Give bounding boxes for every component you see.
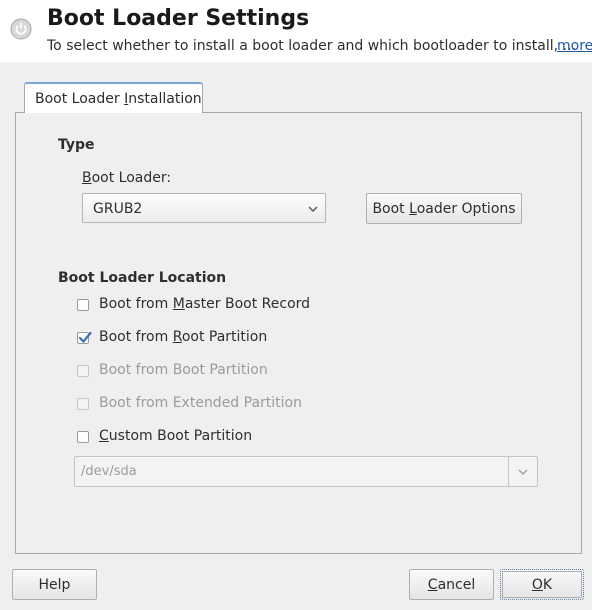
checkbox-box[interactable] <box>77 431 89 443</box>
page-title: Boot Loader Settings <box>47 6 310 31</box>
cancel-button[interactable]: Cancel <box>409 569 494 600</box>
help-button[interactable]: Help <box>12 569 97 600</box>
boot-loader-label: Boot Loader: <box>82 170 171 186</box>
page-description: To select whether to install a boot load… <box>47 38 577 54</box>
label-post: oot Partition <box>181 329 268 345</box>
type-heading: Type <box>58 137 95 153</box>
checkbox-label: Boot from Extended Partition <box>99 395 302 411</box>
checkbox-label: Boot from Boot Partition <box>99 362 268 378</box>
help-label: Help <box>38 577 71 593</box>
more-link[interactable]: more <box>557 38 592 54</box>
boot-loader-location-heading: Boot Loader Location <box>58 270 227 286</box>
label-pre: Boot from <box>99 296 173 312</box>
dialog-header: Boot Loader Settings To select whether t… <box>0 0 592 62</box>
power-icon <box>10 18 32 40</box>
label-post: aster Boot Record <box>184 296 311 312</box>
options-label-post: oader Options <box>416 201 516 217</box>
checkbox-box[interactable] <box>77 299 89 311</box>
cancel-accel: C <box>427 577 438 593</box>
checkmark-icon <box>78 331 92 344</box>
ok-rest: K <box>542 577 553 593</box>
checkbox-box[interactable] <box>77 331 92 344</box>
boot-loader-label-accel: B <box>82 170 92 186</box>
boot-loader-label-rest: oot Loader: <box>91 170 172 186</box>
boot-loader-options-button[interactable]: Boot Loader Options <box>366 193 522 224</box>
label-pre: Boot from <box>99 329 173 345</box>
custom-partition-select: /dev/sda <box>74 456 538 487</box>
checkbox-box <box>77 398 89 410</box>
tab-label-pre: Boot Loader <box>35 91 125 107</box>
options-label-pre: Boot <box>372 201 410 217</box>
checkbox-label: Custom Boot Partition <box>99 428 252 444</box>
chevron-down-icon <box>308 206 318 212</box>
boot-loader-value: GRUB2 <box>93 201 143 217</box>
label-accel: R <box>172 329 182 345</box>
ok-accel: O <box>531 577 543 593</box>
chevron-down-icon <box>518 469 528 475</box>
label-accel: C <box>99 428 109 444</box>
combo-divider <box>508 457 509 486</box>
options-label-accel: L <box>409 201 417 217</box>
ok-button[interactable]: OK <box>500 569 584 600</box>
tab-label-post: nstallation <box>128 91 202 107</box>
boot-loader-select[interactable]: GRUB2 <box>82 193 326 223</box>
checkbox-label: Boot from Root Partition <box>99 329 267 345</box>
checkbox-label: Boot from Master Boot Record <box>99 296 310 312</box>
checkbox-box <box>77 365 89 377</box>
cancel-rest: ancel <box>437 577 476 593</box>
label-accel: M <box>172 296 185 312</box>
label-post: ustom Boot Partition <box>108 428 253 444</box>
custom-partition-value: /dev/sda <box>81 464 137 479</box>
tab-boot-loader-installation[interactable]: Boot Loader Installation <box>24 82 203 113</box>
